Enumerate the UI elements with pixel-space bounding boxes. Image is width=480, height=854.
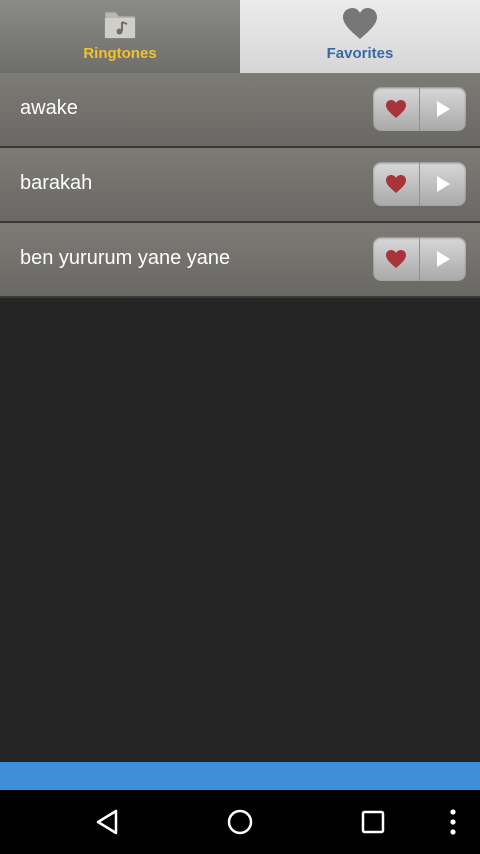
list-item[interactable]: awake [0, 73, 480, 148]
ringtone-title: awake [20, 97, 78, 119]
list-item[interactable]: barakah [0, 148, 480, 223]
tab-bar: Ringtones Favorites [0, 0, 480, 73]
back-icon[interactable] [92, 806, 124, 838]
more-icon[interactable] [437, 806, 469, 838]
play-button[interactable] [419, 162, 466, 206]
tab-ringtones[interactable]: Ringtones [0, 0, 240, 73]
heart-icon [386, 175, 406, 193]
ringtone-controls [373, 162, 466, 206]
heart-icon [340, 6, 380, 42]
play-icon [437, 101, 450, 117]
heart-icon [386, 250, 406, 268]
tab-ringtones-label: Ringtones [83, 45, 157, 62]
ringtone-controls [373, 237, 466, 281]
play-button[interactable] [419, 87, 466, 131]
recents-icon[interactable] [357, 806, 389, 838]
favorite-button[interactable] [373, 162, 419, 206]
heart-icon [386, 100, 406, 118]
folder-music-icon [100, 6, 140, 42]
play-button[interactable] [419, 237, 466, 281]
home-icon[interactable] [224, 806, 256, 838]
play-icon [437, 251, 450, 267]
accent-bar [0, 762, 480, 790]
ringtone-title: ben yururum yane yane [20, 247, 231, 269]
favorite-button[interactable] [373, 237, 419, 281]
ringtone-list: awake barakah ben yururum yane yane [0, 73, 480, 298]
ringtone-title: barakah [20, 172, 93, 194]
favorite-button[interactable] [373, 87, 419, 131]
play-icon [437, 176, 450, 192]
tab-favorites-label: Favorites [326, 45, 394, 62]
tab-favorites[interactable]: Favorites [240, 0, 480, 73]
system-navbar [0, 790, 480, 854]
ringtone-controls [373, 87, 466, 131]
list-item[interactable]: ben yururum yane yane [0, 223, 480, 298]
